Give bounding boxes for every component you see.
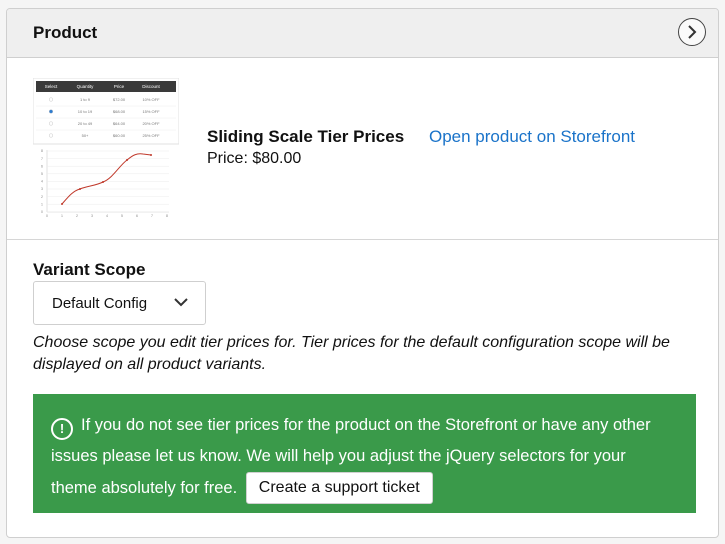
thumb-curve-point: [102, 181, 104, 183]
thumb-x-tick: 6: [136, 214, 138, 218]
chevron-down-icon: [174, 298, 188, 307]
thumb-header-cell: Discount: [142, 84, 160, 89]
thumb-x-tick: 8: [166, 214, 168, 218]
thumb-x-tick: 4: [106, 214, 108, 218]
product-panel: Product Select Quantity Price Discount 1 to…: [6, 8, 719, 538]
thumb-header-cell: Quantity: [77, 84, 95, 89]
thumb-table-cell: $68.00: [113, 109, 126, 114]
thumb-header-cell: Price: [114, 84, 125, 89]
thumb-table-cell: 50+: [82, 133, 89, 138]
create-support-ticket-button[interactable]: Create a support ticket: [245, 472, 433, 504]
product-summary: Select Quantity Price Discount 1 to 9 $72.00…: [7, 58, 718, 240]
thumb-table-cell: 15% OFF: [142, 109, 160, 114]
thumb-curve-point: [150, 154, 152, 156]
thumb-table-cell: 1 to 9: [80, 97, 91, 102]
support-alert: ! If you do not see tier prices for the p…: [33, 394, 696, 513]
thumb-x-tick: 1: [61, 214, 63, 218]
thumb-y-tick: 4: [41, 180, 43, 184]
thumb-radio: [49, 97, 54, 102]
thumb-header-cell: Select: [45, 84, 58, 89]
thumb-y-tick: 3: [41, 187, 43, 191]
product-name: Sliding Scale Tier Prices: [207, 127, 405, 146]
thumb-table-cell: 10 to 19: [78, 109, 93, 114]
thumb-y-tick: 2: [41, 195, 43, 199]
thumb-radio: [49, 109, 54, 114]
thumb-x-tick: 3: [91, 214, 93, 218]
chevron-right-icon: [688, 25, 697, 39]
thumb-table-cell: 10% OFF: [142, 97, 160, 102]
thumb-curve-point: [79, 188, 81, 190]
thumb-curve-point: [61, 203, 63, 205]
thumbnail-image: Select Quantity Price Discount 1 to 9 $72.00…: [32, 77, 180, 218]
thumb-y-tick: 7: [41, 157, 43, 161]
thumb-radio: [49, 133, 54, 138]
thumb-curve-point: [126, 159, 128, 161]
exclamation-icon: !: [51, 417, 73, 440]
thumb-radio: [49, 121, 54, 126]
thumb-table-cell: $72.00: [113, 97, 126, 102]
thumb-table-cell: $60.00: [113, 133, 126, 138]
thumb-x-tick: 5: [121, 214, 123, 218]
variant-scope-value: Default Config: [52, 295, 148, 312]
thumb-x-tick: 0: [46, 214, 48, 218]
expand-button[interactable]: [678, 18, 706, 46]
variant-scope-select[interactable]: Default Config: [33, 281, 206, 325]
thumb-table-cell: 20 to 49: [78, 121, 93, 126]
thumb-x-tick: 7: [151, 214, 153, 218]
thumb-table-cell: $64.00: [113, 121, 126, 126]
thumb-y-tick: 8: [41, 149, 43, 153]
thumb-y-tick: 1: [41, 202, 43, 206]
open-storefront-link[interactable]: Open product on Storefront: [429, 127, 635, 147]
product-price: Price: $80.00: [207, 150, 302, 167]
variant-scope-label: Variant Scope: [33, 260, 146, 279]
thumb-y-tick: 5: [41, 172, 43, 176]
thumb-y-tick: 6: [41, 164, 43, 168]
panel-header: Product: [7, 9, 718, 58]
product-thumbnail: Select Quantity Price Discount 1 to 9 $72.00…: [32, 77, 180, 220]
thumb-y-tick: 0: [41, 210, 43, 214]
thumb-table-cell: 20% OFF: [142, 121, 160, 126]
thumb-x-tick: 2: [76, 214, 78, 218]
variant-scope-hint: Choose scope you edit tier prices for. T…: [33, 334, 670, 373]
thumb-table-cell: 25% OFF: [142, 133, 160, 138]
panel-title: Product: [33, 23, 98, 42]
